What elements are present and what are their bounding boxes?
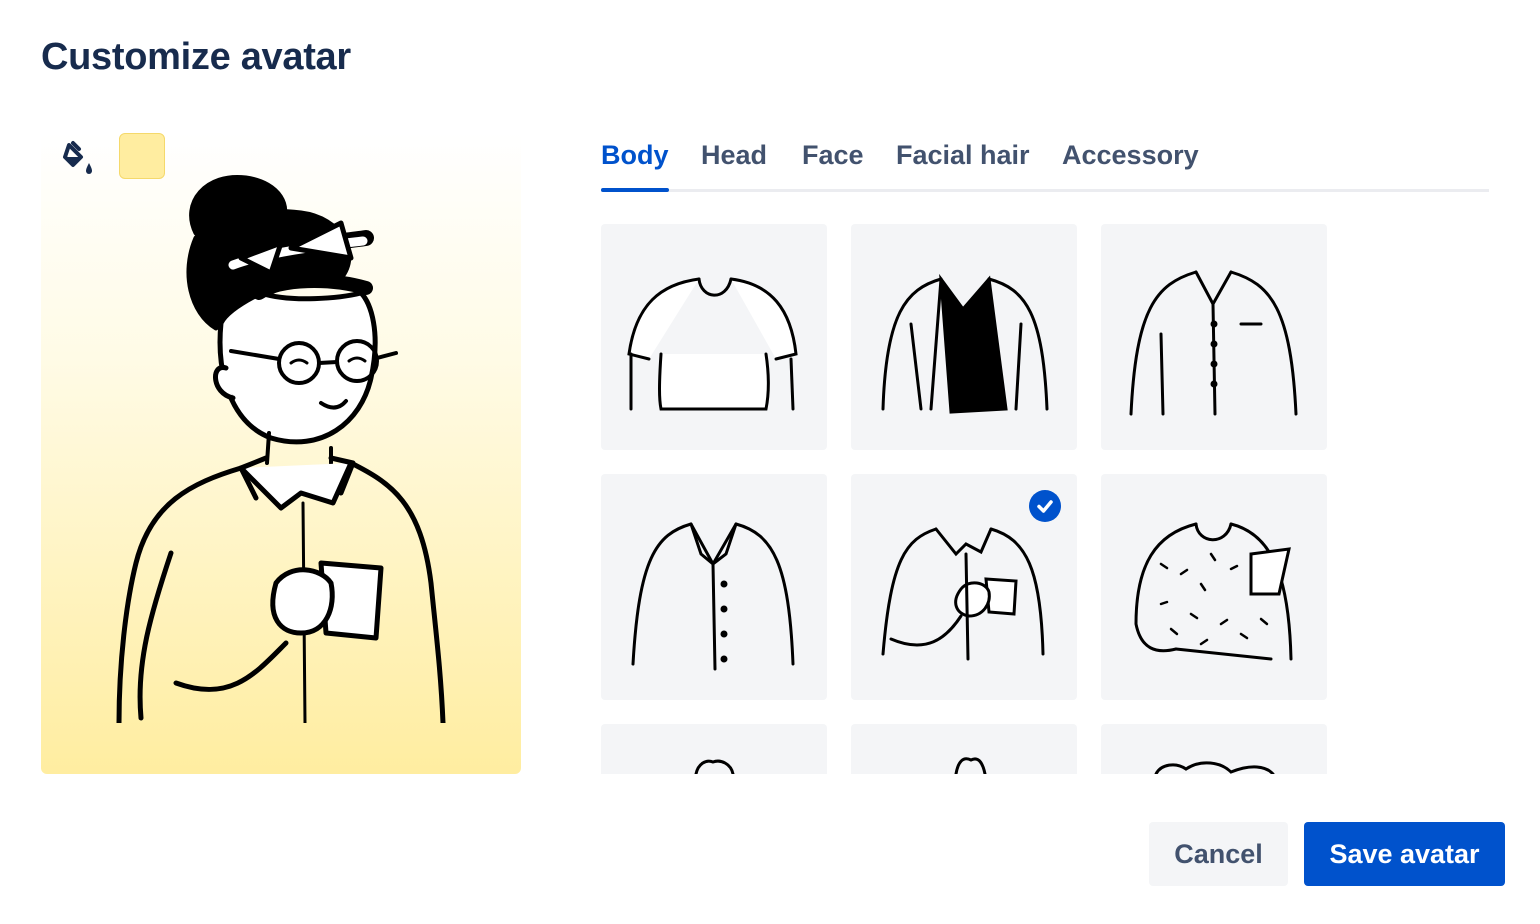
tab-accessory[interactable]: Accessory [1062,140,1199,189]
body-option-7[interactable] [601,724,827,774]
body-option-open-jacket[interactable] [851,224,1077,450]
avatar-illustration [116,174,446,723]
save-avatar-button[interactable]: Save avatar [1304,822,1505,886]
body-option-shirt-mug[interactable] [851,474,1077,700]
tab-face[interactable]: Face [802,140,864,189]
collared-shirt-illustration [631,522,795,671]
body-options-grid [601,224,1341,774]
selected-badge [1029,490,1061,522]
checkmark-icon [1037,500,1053,513]
tab-head[interactable]: Head [701,140,767,189]
dialog-title: Customize avatar [41,36,351,78]
body-option-collared-shirt[interactable] [601,474,827,700]
body-option-t-shirt[interactable] [601,224,827,450]
body-option-patterned-top[interactable] [1101,474,1327,700]
open-jacket-illustration [881,273,1049,414]
body-option-9-illustration [1154,761,1275,774]
body-option-8[interactable] [851,724,1077,774]
avatar-tabs: Body Head Face Facial hair Accessory [601,140,1489,192]
tab-body[interactable]: Body [601,140,669,189]
active-tab-indicator [601,188,669,192]
body-option-8-illustration [954,757,987,774]
patterned-top-illustration [1134,522,1293,661]
body-option-7-illustration [694,759,735,774]
avatar-preview [41,133,521,774]
tab-facial-hair[interactable]: Facial hair [896,140,1030,189]
body-option-button-up[interactable] [1101,224,1327,450]
body-option-9[interactable] [1101,724,1327,774]
button-up-shirt-illustration [1129,270,1298,416]
cancel-button[interactable]: Cancel [1149,822,1288,886]
t-shirt-illustration [627,277,798,411]
